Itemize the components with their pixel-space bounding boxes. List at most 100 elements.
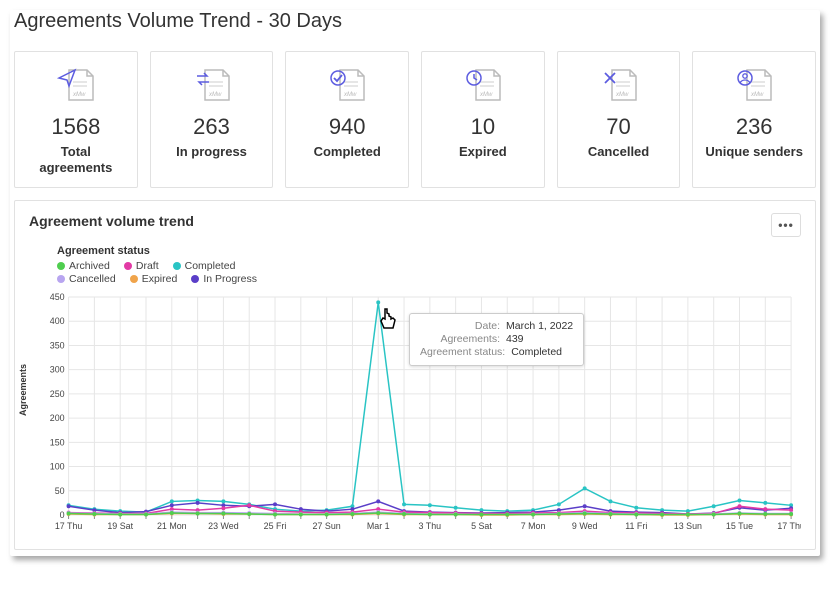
data-point[interactable] <box>686 513 690 517</box>
progress-icon: xMw <box>189 66 235 104</box>
svg-text:150: 150 <box>50 437 65 447</box>
data-point[interactable] <box>660 513 664 517</box>
data-point[interactable] <box>789 512 793 516</box>
legend-dot <box>130 275 138 283</box>
data-point[interactable] <box>454 506 458 510</box>
kpi-value: 10 <box>430 114 536 140</box>
svg-text:250: 250 <box>50 389 65 399</box>
svg-text:400: 400 <box>50 316 65 326</box>
data-point[interactable] <box>712 504 716 508</box>
data-point[interactable] <box>273 513 277 517</box>
legend-item-in-progress[interactable]: In Progress <box>191 273 257 285</box>
data-point[interactable] <box>454 513 458 517</box>
data-point[interactable] <box>583 512 587 516</box>
svg-text:450: 450 <box>50 292 65 302</box>
svg-text:11 Fri: 11 Fri <box>625 521 647 531</box>
user-icon: xMw <box>731 66 777 104</box>
data-point[interactable] <box>634 506 638 510</box>
svg-text:300: 300 <box>50 365 65 375</box>
data-point[interactable] <box>221 512 225 516</box>
data-point[interactable] <box>247 503 251 507</box>
svg-text:350: 350 <box>50 341 65 351</box>
data-point[interactable] <box>402 503 406 507</box>
svg-text:7 Mon: 7 Mon <box>521 521 546 531</box>
data-point[interactable] <box>144 513 148 517</box>
kpi-label: Expired <box>430 144 536 160</box>
legend-item-expired[interactable]: Expired <box>130 273 178 285</box>
data-point[interactable] <box>738 504 742 508</box>
kpi-card-4: xMw 70 Cancelled <box>557 51 681 188</box>
data-point[interactable] <box>583 487 587 491</box>
chart-plot: Agreements 050100150200250300350400450 1… <box>29 291 801 541</box>
data-point[interactable] <box>608 512 612 516</box>
data-point[interactable] <box>531 513 535 517</box>
data-point[interactable] <box>428 513 432 517</box>
data-point[interactable] <box>557 503 561 507</box>
legend-item-cancelled[interactable]: Cancelled <box>57 273 116 285</box>
data-point[interactable] <box>738 499 742 503</box>
svg-text:xMw: xMw <box>750 92 764 98</box>
data-point[interactable] <box>479 513 483 517</box>
svg-text:100: 100 <box>50 462 65 472</box>
data-point[interactable] <box>118 513 122 517</box>
data-point[interactable] <box>402 512 406 516</box>
data-point[interactable] <box>67 504 71 508</box>
svg-text:15 Tue: 15 Tue <box>726 521 753 531</box>
x-icon: xMw <box>596 66 642 104</box>
data-point[interactable] <box>170 503 174 507</box>
check-icon: xMw <box>324 66 370 104</box>
data-point[interactable] <box>376 500 380 504</box>
data-point[interactable] <box>583 504 587 508</box>
legend-dot <box>57 275 65 283</box>
data-point[interactable] <box>505 513 509 517</box>
data-point[interactable] <box>376 511 380 515</box>
data-point[interactable] <box>221 500 225 504</box>
legend-dot <box>191 275 199 283</box>
data-point[interactable] <box>170 511 174 515</box>
legend-item-archived[interactable]: Archived <box>57 260 110 272</box>
kpi-card-2: xMw 940 Completed <box>285 51 409 188</box>
data-point[interactable] <box>557 512 561 516</box>
data-point[interactable] <box>428 503 432 507</box>
legend-label: Completed <box>185 260 236 272</box>
data-point[interactable] <box>763 507 767 511</box>
data-point[interactable] <box>634 513 638 517</box>
kpi-value: 940 <box>294 114 400 140</box>
legend-label: Draft <box>136 260 159 272</box>
kpi-label: Cancelled <box>566 144 672 160</box>
legend-dot <box>124 262 132 270</box>
data-point[interactable] <box>608 500 612 504</box>
data-point[interactable] <box>247 512 251 516</box>
legend-item-completed[interactable]: Completed <box>173 260 236 272</box>
data-point[interactable] <box>763 512 767 516</box>
kpi-value: 236 <box>701 114 807 140</box>
data-point[interactable] <box>350 512 354 516</box>
svg-text:19 Sat: 19 Sat <box>107 521 133 531</box>
data-point[interactable] <box>196 501 200 505</box>
data-point[interactable] <box>376 301 380 305</box>
data-point[interactable] <box>67 512 71 516</box>
data-point[interactable] <box>299 513 303 517</box>
svg-text:Mar 1: Mar 1 <box>367 521 390 531</box>
data-point[interactable] <box>763 501 767 505</box>
svg-text:27 Sun: 27 Sun <box>313 521 341 531</box>
more-button[interactable]: ••• <box>771 213 801 237</box>
svg-text:5 Sat: 5 Sat <box>471 521 492 531</box>
legend-label: Cancelled <box>69 273 116 285</box>
data-point[interactable] <box>712 513 716 517</box>
legend-item-draft[interactable]: Draft <box>124 260 159 272</box>
kpi-label: Unique senders <box>701 144 807 160</box>
legend: Agreement status Archived Draft Complete… <box>57 245 801 285</box>
data-point[interactable] <box>325 513 329 517</box>
data-point[interactable] <box>92 512 96 516</box>
data-point[interactable] <box>221 506 225 510</box>
y-axis-label: Agreements <box>18 364 28 416</box>
data-point[interactable] <box>170 500 174 504</box>
data-point[interactable] <box>273 503 277 507</box>
svg-text:xMw: xMw <box>72 92 86 98</box>
data-point[interactable] <box>196 512 200 516</box>
legend-dot <box>57 262 65 270</box>
kpi-label: In progress <box>159 144 265 160</box>
data-point[interactable] <box>738 512 742 516</box>
legend-label: Archived <box>69 260 110 272</box>
